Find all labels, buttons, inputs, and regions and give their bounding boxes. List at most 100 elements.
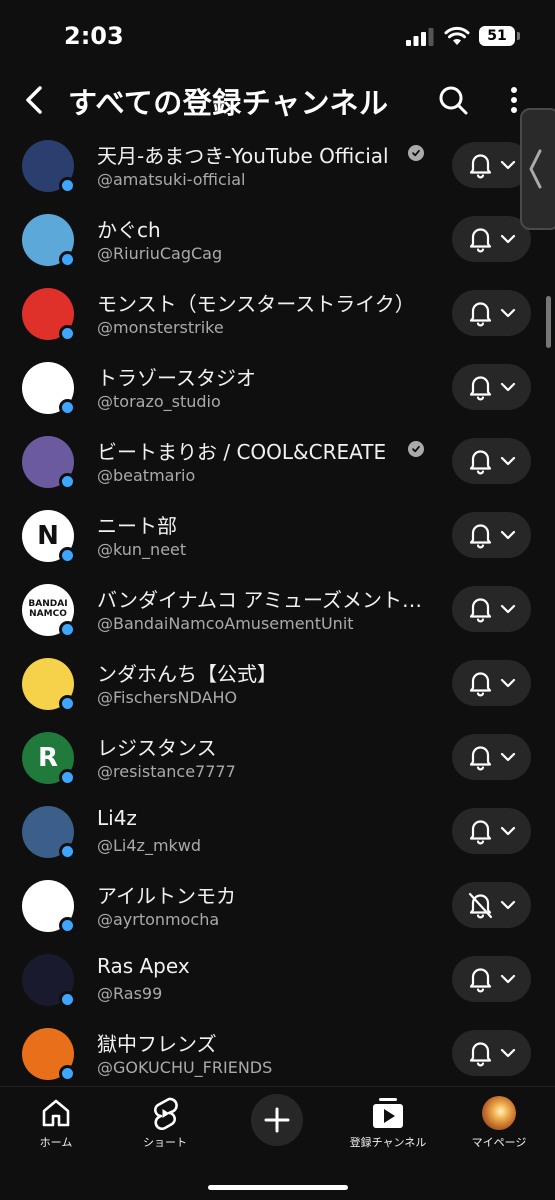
channel-row[interactable]: 天月-あまつき-YouTube Official @amatsuki-offici… xyxy=(0,130,540,204)
channel-row[interactable]: トラゾースタジオ @torazo_studio xyxy=(0,352,540,426)
back-button[interactable] xyxy=(14,78,54,122)
channel-avatar[interactable] xyxy=(22,436,76,490)
notification-settings-button[interactable] xyxy=(452,586,531,632)
channel-row[interactable]: N ニート部 @kun_neet xyxy=(0,500,540,574)
notification-settings-button[interactable] xyxy=(452,1030,531,1076)
bell-icon xyxy=(469,598,492,623)
notification-settings-button[interactable] xyxy=(452,808,531,854)
verified-badge-icon xyxy=(408,145,424,161)
nav-shorts-label: ショート xyxy=(143,1136,187,1149)
create-button[interactable] xyxy=(251,1094,303,1146)
notification-settings-button[interactable] xyxy=(452,734,531,780)
nav-subscriptions-label: 登録チャンネル xyxy=(349,1136,427,1149)
bell-icon xyxy=(469,746,492,771)
chevron-down-icon xyxy=(500,974,516,984)
channel-name: ニート部 xyxy=(97,514,177,538)
channel-name: モンスト（モンスターストライク） xyxy=(97,292,415,316)
channel-row[interactable]: アイルトンモカ @ayrtonmocha xyxy=(0,870,540,944)
channel-avatar[interactable]: N xyxy=(22,510,76,564)
new-content-dot xyxy=(59,843,76,860)
channel-avatar[interactable] xyxy=(22,954,76,1008)
battery-indicator: 51 xyxy=(479,26,515,46)
channel-name: ンダホんち【公式】 xyxy=(97,662,277,686)
chevron-down-icon xyxy=(500,604,516,614)
channel-row[interactable]: 獄中フレンズ @GOKUCHU_FRIENDS xyxy=(0,1018,540,1086)
channel-row[interactable]: かぐch @RiuriuCagCag xyxy=(0,204,540,278)
channel-handle: @FischersNDAHO xyxy=(97,688,238,707)
notification-settings-button[interactable] xyxy=(452,364,531,410)
plus-icon xyxy=(264,1107,290,1133)
chevron-down-icon xyxy=(500,1048,516,1058)
channel-handle: @Li4z_mkwd xyxy=(97,836,202,855)
chevron-down-icon xyxy=(500,160,516,170)
subscriptions-icon xyxy=(373,1098,403,1128)
notification-settings-button[interactable] xyxy=(452,438,531,484)
channel-avatar[interactable] xyxy=(22,288,76,342)
channel-row[interactable]: ビートまりお / COOL&CREATE @beatmario xyxy=(0,426,540,500)
nav-you[interactable]: マイページ xyxy=(449,1095,549,1155)
bell-icon xyxy=(469,376,492,401)
channel-name: 獄中フレンズ xyxy=(97,1032,217,1056)
channel-row[interactable]: モンスト（モンスターストライク） @monsterstrike xyxy=(0,278,540,352)
channel-avatar[interactable]: R xyxy=(22,732,76,786)
chevron-down-icon xyxy=(500,382,516,392)
channel-row[interactable]: ンダホんち【公式】 @FischersNDAHO xyxy=(0,648,540,722)
new-content-dot xyxy=(59,473,76,490)
notification-settings-button[interactable] xyxy=(452,882,531,928)
nav-shorts[interactable]: ショート xyxy=(115,1095,215,1155)
channel-avatar[interactable] xyxy=(22,1028,76,1082)
channel-row[interactable]: Li4z @Li4z_mkwd xyxy=(0,796,540,870)
channel-avatar[interactable] xyxy=(22,362,76,416)
channel-row[interactable]: R レジスタンス @resistance7777 xyxy=(0,722,540,796)
notification-settings-button[interactable] xyxy=(452,512,531,558)
profile-avatar xyxy=(482,1096,516,1130)
scrollbar-thumb[interactable] xyxy=(546,296,551,348)
channel-handle: @torazo_studio xyxy=(97,392,221,411)
channel-avatar[interactable]: BANDAI NAMCO xyxy=(22,584,76,638)
battery-tip xyxy=(517,32,520,40)
side-panel-handle[interactable] xyxy=(520,108,555,230)
notification-settings-button[interactable] xyxy=(452,216,531,262)
new-content-dot xyxy=(59,621,76,638)
notification-settings-button[interactable] xyxy=(452,660,531,706)
channel-name: かぐch xyxy=(97,218,161,242)
chevron-down-icon xyxy=(500,826,516,836)
channel-name: レジスタンス xyxy=(97,736,217,760)
bottom-navigation: ホーム ショート 登録チャンネル マイページ xyxy=(0,1086,555,1200)
nav-home-label: ホーム xyxy=(39,1136,73,1149)
channel-avatar[interactable] xyxy=(22,214,76,268)
channel-avatar[interactable] xyxy=(22,140,76,194)
nav-subscriptions[interactable]: 登録チャンネル xyxy=(338,1095,438,1155)
bell-icon xyxy=(469,302,492,327)
channel-name: バンダイナムコ アミューズメントユニット xyxy=(97,588,427,612)
bell-icon xyxy=(469,1042,492,1067)
bell-icon xyxy=(469,524,492,549)
nav-home[interactable]: ホーム xyxy=(6,1095,106,1155)
channel-name: 天月-あまつき-YouTube Official xyxy=(97,144,389,168)
search-button[interactable] xyxy=(432,78,474,122)
channel-row[interactable]: BANDAI NAMCO バンダイナムコ アミューズメントユニット @BandaiN… xyxy=(0,574,540,648)
chevron-down-icon xyxy=(500,234,516,244)
chevron-down-icon xyxy=(500,456,516,466)
home-icon xyxy=(42,1099,70,1127)
chevron-down-icon xyxy=(500,678,516,688)
status-time: 2:03 xyxy=(64,22,124,50)
new-content-dot xyxy=(59,1065,76,1082)
new-content-dot xyxy=(59,769,76,786)
bell-off-icon xyxy=(468,892,493,919)
bell-icon xyxy=(469,154,492,179)
channel-avatar[interactable] xyxy=(22,658,76,712)
notification-settings-button[interactable] xyxy=(452,956,531,1002)
channel-avatar[interactable] xyxy=(22,806,76,860)
verified-badge-icon xyxy=(408,441,424,457)
new-content-dot xyxy=(59,177,76,194)
bell-icon xyxy=(469,672,492,697)
channel-handle: @GOKUCHU_FRIENDS xyxy=(97,1058,273,1077)
notification-settings-button[interactable] xyxy=(452,290,531,336)
channel-row[interactable]: Ras Apex @Ras99 xyxy=(0,944,540,1018)
channel-handle: @monsterstrike xyxy=(97,318,224,337)
new-content-dot xyxy=(59,399,76,416)
cellular-signal-icon xyxy=(406,28,434,46)
channel-avatar[interactable] xyxy=(22,880,76,934)
chevron-left-icon xyxy=(529,149,542,189)
